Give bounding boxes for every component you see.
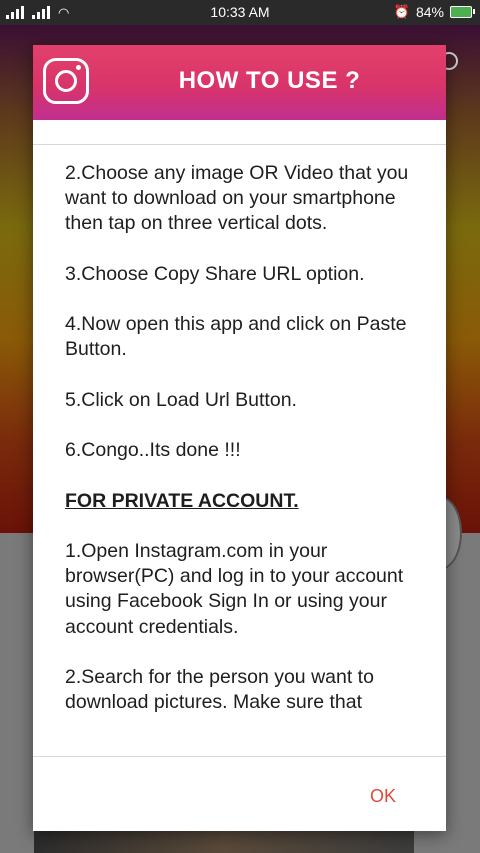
private-account-heading: FOR PRIVATE ACCOUNT.: [65, 489, 299, 512]
dialog-content-scroll[interactable]: 2.Choose any image OR Video that you wan…: [65, 161, 425, 753]
dialog-header: HOW TO USE ?: [33, 45, 446, 120]
instruction-step-4: 4.Now open this app and click on Paste B…: [65, 313, 407, 361]
dialog-title: HOW TO USE ?: [178, 67, 361, 94]
private-step-1: 1.Open Instagram.com in your browser(PC)…: [65, 539, 404, 638]
instruction-step-5: 5.Click on Load Url Button.: [65, 388, 297, 411]
battery-percent: 84%: [415, 4, 444, 20]
background-photo: [34, 828, 414, 853]
instruction-step-2: 2.Choose any image OR Video that you wan…: [65, 162, 409, 235]
instruction-step-3: 3.Choose Copy Share URL option.: [65, 262, 365, 285]
bottom-divider: [33, 756, 446, 757]
how-to-use-dialog: HOW TO USE ? 2.Choose any image OR Video…: [33, 45, 446, 831]
instagram-logo-icon: [43, 58, 89, 104]
status-bar: ◠ 10:33 AM ⏰ 84%: [0, 0, 480, 25]
battery-icon: [450, 6, 475, 18]
alarm-icon: ⏰: [393, 4, 410, 19]
ok-button[interactable]: OK: [366, 784, 400, 809]
private-step-2: 2.Search for the person you want to down…: [65, 665, 374, 714]
top-divider: [33, 144, 446, 145]
instruction-step-6: 6.Congo..Its done !!!: [65, 439, 241, 462]
